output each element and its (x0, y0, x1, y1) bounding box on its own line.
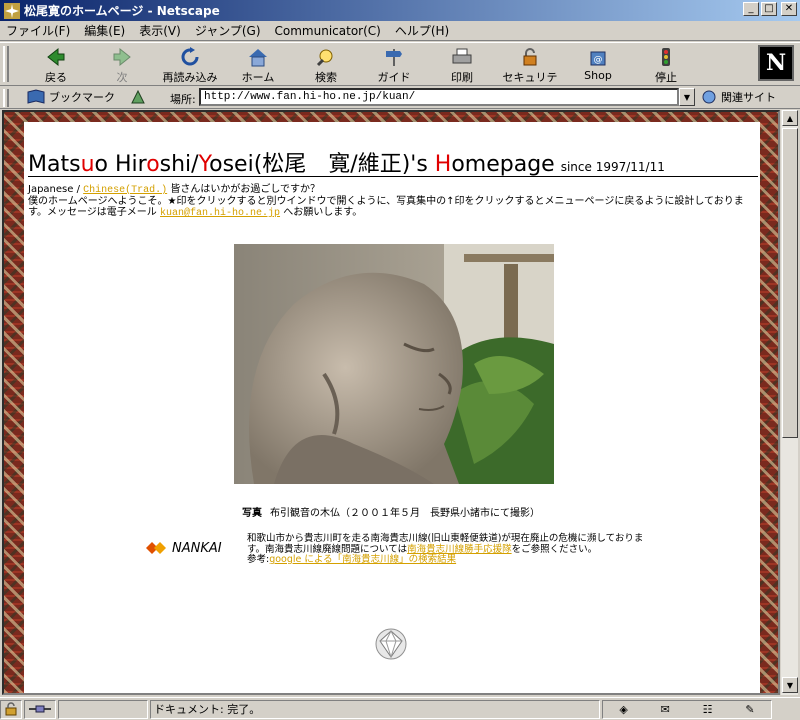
forward-arrow-icon (113, 47, 131, 67)
navigation-toolbar: 戻る 次 再読み込み ホーム 検索 ガイド 印刷 セキュリティ @ Shop 停… (0, 42, 800, 100)
search-label: 検索 (315, 71, 337, 84)
close-button[interactable]: ✕ (781, 2, 797, 16)
print-label: 印刷 (451, 71, 473, 84)
guide-label: ガイド (377, 71, 411, 84)
notice-mid: をご参照ください。 (511, 543, 598, 555)
title-bar: 松尾寛のホームページ - Netscape _ □ ✕ (0, 0, 800, 21)
status-bar: ドキュメント: 完了。 ◈ ✉ ☷ ✎ (0, 697, 800, 720)
buddha-statue-photo (234, 244, 554, 484)
print-button[interactable]: 印刷 (430, 47, 494, 85)
lock-icon (523, 48, 537, 66)
title-divider (28, 176, 758, 177)
netscape-app-icon (4, 2, 20, 19)
page-proxy-icon[interactable] (129, 89, 147, 105)
svg-text:@: @ (594, 55, 603, 65)
caption-text: 布引観音の木仏（２００１年５月 長野県小諸市にて撮影） (270, 508, 540, 519)
shop-button[interactable]: @ Shop (566, 47, 630, 85)
netscape-logo[interactable]: N (758, 45, 794, 81)
intro-text: Japanese / Chinese(Trad.) 皆さんはいかがお過ごしですか… (28, 184, 758, 219)
mail-component-icon[interactable]: ✉ (661, 703, 670, 716)
menu-edit[interactable]: 編集(E) (84, 22, 125, 39)
search-icon (316, 49, 333, 67)
nankai-logo-text: NANKAI (172, 540, 222, 556)
scroll-up-icon[interactable]: ▲ (782, 110, 798, 126)
related-sites-icon (702, 90, 716, 104)
home-label: ホーム (241, 71, 275, 84)
news-component-icon[interactable]: ☷ (703, 703, 713, 716)
guide-button[interactable]: ガイド (362, 47, 426, 85)
vertical-scrollbar[interactable]: ▲ ▼ (780, 110, 798, 695)
search-button[interactable]: 検索 (294, 47, 358, 85)
toolbar-grip[interactable] (3, 46, 9, 82)
url-dropdown-icon[interactable]: ▼ (679, 88, 695, 106)
email-link[interactable]: kuan@fan.hi-ho.ne.jp (160, 208, 280, 219)
stop-icon (662, 48, 670, 66)
bookmarks-label: ブックマーク (49, 91, 115, 104)
page-title: Matsuo Hiroshi/Yosei(松尾 寛/維正)'s Homepage… (28, 152, 665, 177)
reference-label: 参考: (247, 554, 270, 565)
maximize-button[interactable]: □ (761, 2, 777, 16)
guide-icon (386, 49, 402, 66)
menu-file[interactable]: ファイル(F) (6, 22, 70, 39)
related-sites-button[interactable]: 関連サイト (700, 89, 776, 105)
home-button[interactable]: ホーム (226, 47, 290, 85)
kishigawa-line-notice: 和歌山市から貴志川町を走る南海貴志川線(旧山東軽便鉄道)が現在廃止の危機に瀕して… (247, 533, 647, 566)
status-text: ドキュメント: 完了。 (150, 699, 600, 719)
security-status-icon[interactable] (0, 699, 22, 719)
menu-bar: ファイル(F) 編集(E) 表示(V) ジャンプ(G) Communicator… (0, 21, 800, 41)
navigator-component-icon[interactable]: ◈ (619, 703, 627, 716)
scroll-down-icon[interactable]: ▼ (782, 677, 798, 693)
chinese-trad-link[interactable]: Chinese(Trad.) (83, 185, 167, 196)
kishigawa-support-link[interactable]: 南海貴志川線勝手応援隊 (407, 544, 512, 555)
stop-button[interactable]: 停止 (634, 47, 698, 85)
reload-label: 再読み込み (162, 71, 218, 84)
back-arrow-icon (47, 47, 65, 67)
menu-communicator[interactable]: Communicator(C) (275, 24, 381, 38)
home-icon (249, 49, 267, 67)
window-title: 松尾寛のホームページ - Netscape (24, 4, 220, 18)
forward-button[interactable]: 次 (90, 47, 154, 85)
related-sites-label: 関連サイト (721, 91, 776, 104)
connection-status-icon (24, 699, 56, 719)
location-label: 場所: (170, 93, 196, 106)
shop-label: Shop (584, 69, 612, 82)
reload-icon (181, 47, 199, 66)
intro-tail: へお願いします。 (283, 207, 363, 218)
composer-component-icon[interactable]: ✎ (745, 703, 754, 716)
intro-body: 僕のホームページへようこそ。★印をクリックすると別ウインドウで開くように、写真集… (28, 196, 744, 218)
progress-bar (58, 699, 148, 719)
reload-button[interactable]: 再読み込み (158, 47, 222, 85)
nankai-logo[interactable]: NANKAI (146, 540, 222, 556)
page-body: Matsuo Hiroshi/Yosei(松尾 寛/維正)'s Homepage… (24, 122, 760, 693)
diamond-gem-icon[interactable] (374, 627, 408, 661)
bookmark-icon (27, 89, 45, 104)
greeting-text: 皆さんはいかがお過ごしですか？ (170, 184, 321, 195)
back-label: 戻る (45, 71, 67, 84)
shop-icon: @ (590, 51, 606, 66)
scroll-thumb[interactable] (782, 128, 798, 438)
menu-help[interactable]: ヘルプ(H) (395, 22, 449, 39)
content-viewport: Matsuo Hiroshi/Yosei(松尾 寛/維正)'s Homepage… (2, 110, 780, 695)
print-icon (452, 48, 472, 64)
forward-label: 次 (116, 71, 128, 84)
caption-label: 写真 (242, 508, 262, 519)
since-date: since 1997/11/11 (560, 160, 665, 174)
language-japanese: Japanese / (28, 184, 80, 195)
menu-view[interactable]: 表示(V) (139, 22, 181, 39)
component-bar: ◈ ✉ ☷ ✎ (602, 699, 772, 719)
nankai-logo-icon (146, 542, 166, 554)
locbar-grip[interactable] (3, 89, 9, 107)
menu-go[interactable]: ジャンプ(G) (195, 22, 261, 39)
photo-caption: 写真 布引観音の木仏（２００１年５月 長野県小諸市にて撮影） (242, 504, 540, 519)
security-button[interactable]: セキュリティ (498, 47, 562, 100)
minimize-button[interactable]: _ (743, 2, 759, 16)
back-button[interactable]: 戻る (24, 47, 88, 85)
google-search-link[interactable]: google による「南海貴志川線」の検索結果 (269, 554, 456, 565)
url-field[interactable]: http://www.fan.hi-ho.ne.jp/kuan/ (199, 88, 679, 106)
location-bar: ブックマーク 場所: http://www.fan.hi-ho.ne.jp/ku… (0, 87, 800, 109)
stop-label: 停止 (655, 71, 677, 84)
bookmarks-button[interactable]: ブックマーク (26, 89, 147, 105)
